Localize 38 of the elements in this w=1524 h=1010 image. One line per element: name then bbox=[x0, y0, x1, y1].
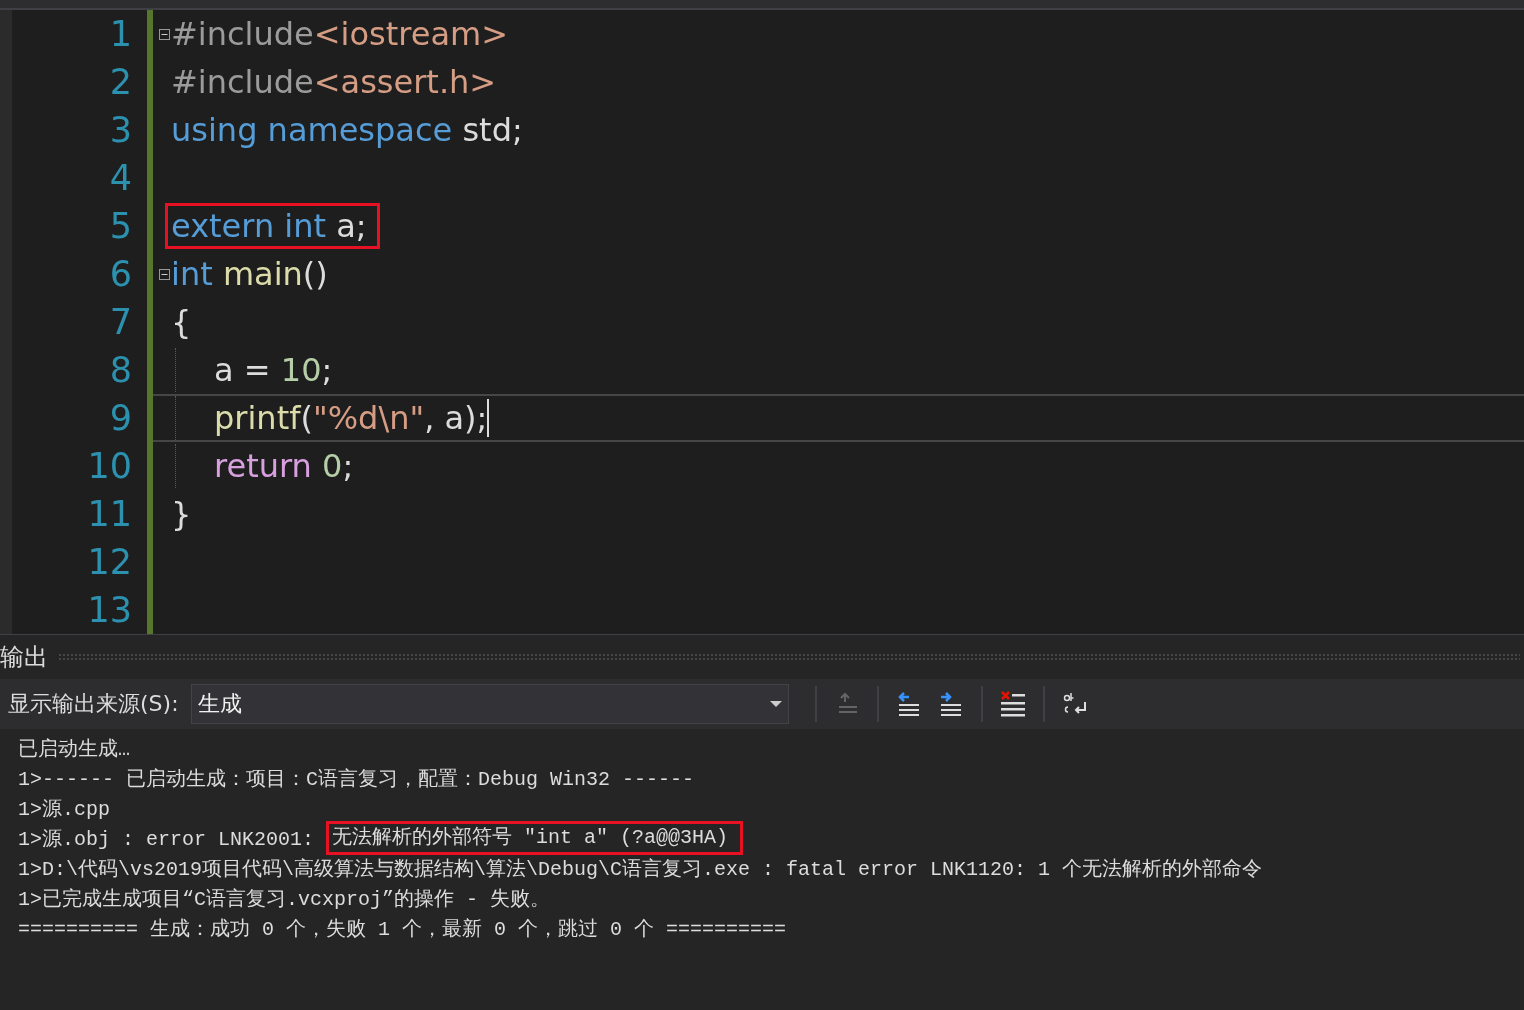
output-line: 1>源.cpp bbox=[18, 796, 110, 822]
panel-title: 输出 bbox=[0, 642, 48, 673]
collapse-icon[interactable] bbox=[158, 28, 170, 40]
code-line: } bbox=[170, 494, 193, 535]
line-number: 10 bbox=[86, 445, 132, 488]
line-number: 4 bbox=[108, 157, 132, 200]
source-dropdown[interactable]: 生成 bbox=[190, 684, 789, 724]
line-number: 11 bbox=[86, 493, 132, 536]
line-number: 7 bbox=[108, 301, 132, 344]
line-number: 5 bbox=[108, 205, 132, 248]
code-line: #include<assert.h> bbox=[170, 62, 498, 103]
output-line: 1>------ 已启动生成：项目：C语言复习，配置：Debug Win32 ------ bbox=[18, 766, 695, 792]
code-line: return 0; bbox=[213, 446, 355, 487]
line-number: 2 bbox=[108, 61, 132, 104]
line-number: 3 bbox=[108, 109, 132, 152]
code-line: { bbox=[170, 302, 193, 343]
caret-icon bbox=[769, 700, 782, 708]
line-number: 9 bbox=[108, 397, 132, 440]
highlighted-error-text: 无法解析的外部符号 "int a" (?a@@3HA) bbox=[326, 821, 744, 855]
line-number: 12 bbox=[86, 541, 132, 584]
code-line: a = 10; bbox=[213, 350, 334, 391]
line-number: 6 bbox=[108, 253, 132, 296]
code-line: using namespace std; bbox=[170, 110, 524, 151]
output-line: 1>已完成生成项目“C语言复习.vcxproj”的操作 - 失败。 bbox=[18, 886, 551, 912]
code-line: printf("%d\n", a); bbox=[213, 398, 491, 439]
output-line: 1>源.obj : error LNK2001: bbox=[18, 826, 316, 852]
output-line: 已启动生成… bbox=[18, 736, 130, 762]
line-number: 13 bbox=[86, 589, 132, 632]
clear-all-icon bbox=[998, 690, 1027, 718]
output-line: ========== 生成：成功 0 个，失败 1 个，最新 0 个，跳过 0 个 ========== bbox=[18, 916, 787, 942]
output-line: 1>D:\代码\vs2019项目代码\高级算法与数据结构\算法\Debug\C语言复习.exe : fatal error LNK1120: 1 个无法解析的外部命令 bbox=[18, 856, 1263, 882]
code-line: int main() bbox=[170, 254, 329, 295]
source-label: 显示输出来源(S): bbox=[8, 690, 179, 718]
code-line: #include<iostream> bbox=[170, 14, 509, 55]
line-number: 1 bbox=[108, 13, 132, 56]
line-number: 8 bbox=[108, 349, 132, 392]
text-caret bbox=[487, 399, 490, 437]
collapse-icon[interactable] bbox=[158, 268, 170, 280]
